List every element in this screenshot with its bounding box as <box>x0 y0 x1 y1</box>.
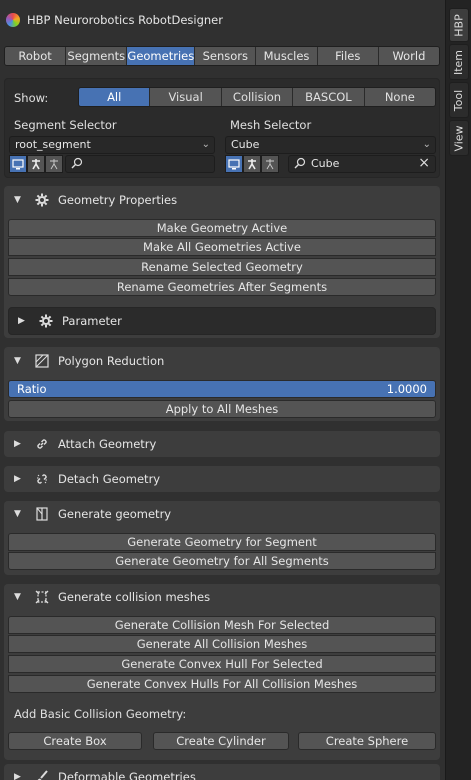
make-geometry-active-button[interactable]: Make Geometry Active <box>8 219 436 237</box>
search-icon <box>294 157 306 174</box>
tab-world[interactable]: World <box>378 47 439 65</box>
search-icon <box>71 157 83 174</box>
chevron-down-icon: ⌄ <box>422 139 431 150</box>
generate-geometry-title: Generate geometry <box>58 507 172 521</box>
show-filter: All Visual Collision BASCOL None <box>78 87 436 107</box>
apply-to-all-meshes-button[interactable]: Apply to All Meshes <box>8 400 436 418</box>
create-sphere-button[interactable]: Create Sphere <box>298 732 436 750</box>
sidebar-tabs: HBP Item Tool View <box>445 0 471 780</box>
tab-robot[interactable]: Robot <box>5 47 67 65</box>
armature-outline-icon[interactable] <box>45 155 63 173</box>
collapse-triangle-icon: ▼ <box>14 509 21 519</box>
armature-outline-icon[interactable] <box>261 155 279 173</box>
sidebar-tab-item[interactable]: Item <box>449 44 469 80</box>
show-option-none[interactable]: None <box>364 88 435 106</box>
detach-geometry-title: Detach Geometry <box>58 472 161 486</box>
mesh-search-input[interactable]: Cube × <box>288 155 436 173</box>
mesh-selector-label: Mesh Selector <box>230 118 312 132</box>
armature-icon[interactable] <box>243 155 261 173</box>
gear-icon <box>38 313 54 329</box>
mesh-search-value: Cube <box>311 157 340 170</box>
expand-triangle-icon: ▶ <box>14 439 21 449</box>
mesh-selector-dropdown[interactable]: Cube ⌄ <box>225 136 436 154</box>
tab-geometries[interactable]: Geometries <box>127 47 196 65</box>
collapse-triangle-icon: ▼ <box>14 592 21 602</box>
brush-icon <box>34 769 50 780</box>
expand-triangle-icon: ▶ <box>14 772 21 780</box>
tab-files[interactable]: Files <box>317 47 379 65</box>
generate-geometry-header[interactable]: ▼ Generate geometry <box>4 501 440 527</box>
hbp-logo-icon <box>6 13 20 27</box>
generate-collision-mesh-for-selected-button[interactable]: Generate Collision Mesh For Selected <box>8 616 436 634</box>
sidebar-tab-view-label: View <box>452 124 466 152</box>
generate-convex-hull-for-selected-button[interactable]: Generate Convex Hull For Selected <box>8 655 436 673</box>
polygon-reduction-icon <box>34 353 50 369</box>
collapse-triangle-icon: ▼ <box>14 356 21 366</box>
chevron-down-icon: ⌄ <box>201 139 210 150</box>
unlink-icon <box>34 471 50 487</box>
generate-convex-hulls-for-all-button[interactable]: Generate Convex Hulls For All Collision … <box>8 675 436 693</box>
deformable-geometries-header[interactable]: ▶ Deformable Geometries <box>4 764 440 780</box>
rename-geometries-after-segments-button[interactable]: Rename Geometries After Segments <box>8 278 436 296</box>
expand-triangle-icon: ▶ <box>14 474 21 484</box>
generate-geometry-for-all-segments-button[interactable]: Generate Geometry for All Segments <box>8 552 436 570</box>
sidebar-tab-hbp-label: HBP <box>452 13 466 37</box>
mesh-selector-value: Cube <box>231 138 260 151</box>
make-all-geometries-active-button[interactable]: Make All Geometries Active <box>8 238 436 256</box>
panel-title: HBP Neurorobotics RobotDesigner <box>27 13 223 27</box>
ratio-value: 1.0000 <box>386 382 427 396</box>
panel-header: HBP Neurorobotics RobotDesigner <box>0 0 445 40</box>
mesh-data-icon <box>34 506 50 522</box>
show-option-bascol[interactable]: BASCOL <box>293 88 365 106</box>
collision-mesh-icon <box>34 589 50 605</box>
deformable-geometries-title: Deformable Geometries <box>58 770 196 780</box>
segment-selector-dropdown[interactable]: root_segment ⌄ <box>9 136 215 154</box>
gear-icon <box>34 192 50 208</box>
parameter-subpanel-title: Parameter <box>62 314 122 328</box>
tab-segments[interactable]: Segments <box>66 47 128 65</box>
create-box-button[interactable]: Create Box <box>8 732 142 750</box>
sidebar-tab-hbp[interactable]: HBP <box>449 8 469 42</box>
sidebar-tab-item-label: Item <box>452 49 466 75</box>
ratio-slider[interactable]: Ratio 1.0000 <box>8 380 436 398</box>
segment-selector-label: Segment Selector <box>14 118 117 132</box>
link-icon <box>34 436 50 452</box>
generate-geometry-for-segment-button[interactable]: Generate Geometry for Segment <box>8 533 436 551</box>
ratio-label: Ratio <box>17 382 47 396</box>
generate-collision-header[interactable]: ▼ Generate collision meshes <box>4 584 440 610</box>
geometry-properties-title: Geometry Properties <box>58 193 178 207</box>
show-option-all[interactable]: All <box>79 88 151 106</box>
show-option-collision[interactable]: Collision <box>221 88 294 106</box>
generate-all-collision-meshes-button[interactable]: Generate All Collision Meshes <box>8 635 436 653</box>
close-icon[interactable]: × <box>418 155 430 171</box>
sidebar-tab-tool-label: Tool <box>452 89 466 111</box>
rename-selected-geometry-button[interactable]: Rename Selected Geometry <box>8 258 436 276</box>
add-basic-collision-label: Add Basic Collision Geometry: <box>14 707 187 721</box>
attach-geometry-header[interactable]: ▶ Attach Geometry <box>4 431 440 457</box>
generate-collision-title: Generate collision meshes <box>58 590 211 604</box>
polygon-reduction-header[interactable]: ▼ Polygon Reduction <box>4 348 440 374</box>
tab-sensors[interactable]: Sensors <box>195 47 257 65</box>
collapse-triangle-icon: ▼ <box>14 195 21 205</box>
properties-panel: HBP Neurorobotics RobotDesigner Robot Se… <box>0 0 445 780</box>
attach-geometry-title: Attach Geometry <box>58 437 157 451</box>
polygon-reduction-title: Polygon Reduction <box>58 354 165 368</box>
segment-selector-value: root_segment <box>15 138 91 151</box>
main-tab-bar: Robot Segments Geometries Sensors Muscle… <box>4 46 440 66</box>
tab-muscles[interactable]: Muscles <box>256 47 318 65</box>
show-option-visual[interactable]: Visual <box>150 88 222 106</box>
monitor-icon[interactable] <box>225 155 243 173</box>
detach-geometry-header[interactable]: ▶ Detach Geometry <box>4 466 440 492</box>
geometry-properties-header[interactable]: ▼ Geometry Properties <box>4 187 440 213</box>
expand-triangle-icon: ▶ <box>18 316 25 326</box>
segment-search-input[interactable] <box>65 155 215 173</box>
sidebar-tab-tool[interactable]: Tool <box>449 82 469 118</box>
show-label: Show: <box>14 91 49 105</box>
create-cylinder-button[interactable]: Create Cylinder <box>153 732 289 750</box>
monitor-icon[interactable] <box>9 155 27 173</box>
armature-icon[interactable] <box>27 155 45 173</box>
sidebar-tab-view[interactable]: View <box>449 120 469 156</box>
parameter-subpanel-header[interactable]: ▶ Parameter <box>8 307 436 335</box>
